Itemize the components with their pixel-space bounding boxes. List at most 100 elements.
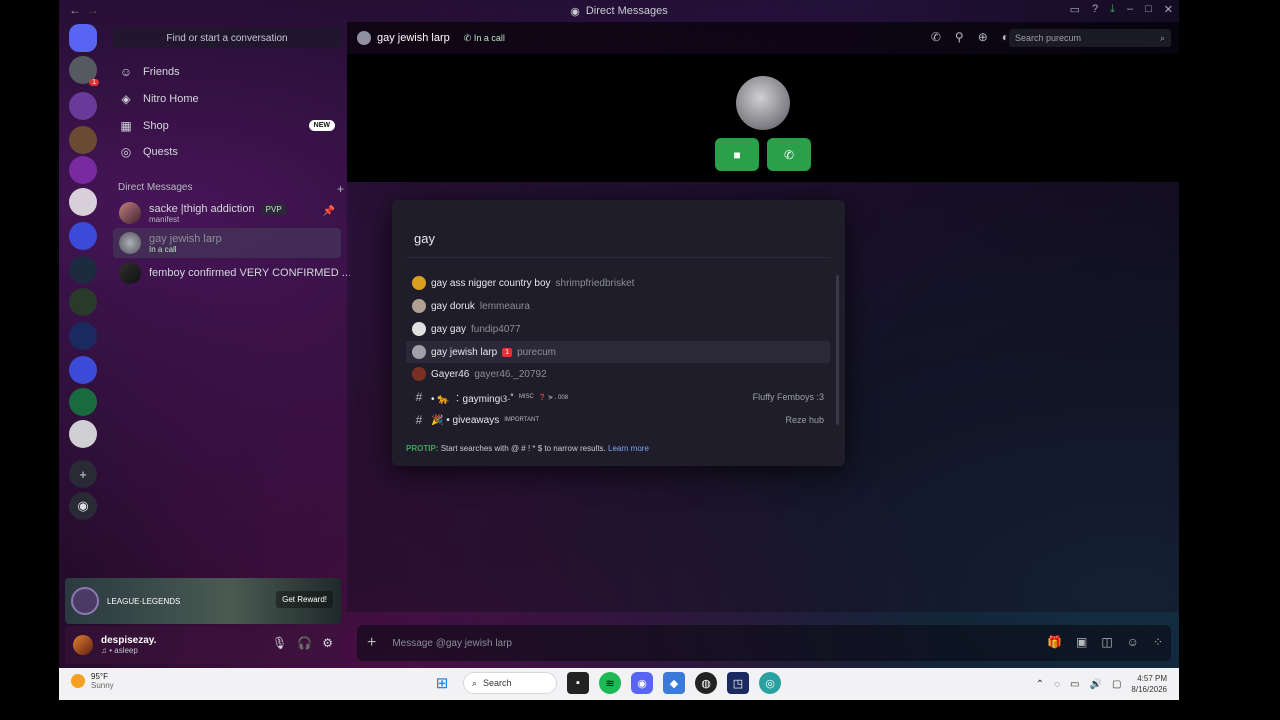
nav-friends[interactable]: ☺ Friends xyxy=(115,60,341,84)
volume-icon[interactable]: 🔊 xyxy=(1090,679,1102,690)
channel-result[interactable]: # • 🐆 ︰gaymingଓ·˚ MISC ❓ ⋟ . 008 Fluffy Femb… xyxy=(406,386,830,408)
maximize-button[interactable]: □ xyxy=(1145,3,1152,16)
video-button[interactable]: ■ xyxy=(715,138,759,171)
gift-icon[interactable]: 🎁 xyxy=(1047,635,1062,649)
guild-icon[interactable] xyxy=(69,322,97,350)
discord-taskbar-icon[interactable]: ◉ xyxy=(631,672,653,694)
learn-more-link[interactable]: Learn more xyxy=(608,444,649,453)
attach-plus-icon[interactable]: + xyxy=(367,634,376,652)
find-conversation-input[interactable]: Find or start a conversation xyxy=(113,28,341,48)
nitro-icon: ◈ xyxy=(121,92,131,106)
dm-section-header: Direct Messages + xyxy=(118,182,344,196)
emoji-icon[interactable]: ☺ xyxy=(1127,635,1139,649)
message-composer[interactable]: + Message @gay jewish larp 🎁 ▣ ◫ ☺ ⁘ xyxy=(357,625,1171,661)
guild-icon[interactable] xyxy=(69,388,97,416)
channel-result[interactable]: # 🎉 • giveaways IMPORTANT Reze hub xyxy=(406,409,830,431)
call-icon[interactable]: ✆ xyxy=(931,30,941,44)
get-reward-button[interactable]: Get Reward! xyxy=(276,591,333,608)
windows-start-icon[interactable]: ⊞ xyxy=(431,672,453,694)
discord-window: ← → ◉ Direct Messages ▭ ? ⤓ – □ ✕ 1 + ◉ Find… xyxy=(59,0,1179,700)
spotify-icon[interactable]: ≋ xyxy=(599,672,621,694)
result-name: gay doruk xyxy=(431,300,475,312)
guild-icon[interactable] xyxy=(69,126,97,154)
nav-shop[interactable]: ▦ Shop NEW xyxy=(115,114,341,138)
weather-widget[interactable]: 95°F Sunny xyxy=(71,672,114,690)
display-icon[interactable]: ▭ xyxy=(1070,679,1079,690)
gif-icon[interactable]: ▣ xyxy=(1076,635,1087,649)
unread-badge: 1 xyxy=(502,347,513,357)
chat-icon[interactable]: ▢ xyxy=(1112,679,1121,690)
dm-header-label: Direct Messages xyxy=(118,182,193,193)
nav-quests[interactable]: ◎ Quests xyxy=(115,140,341,164)
weather-condition: Sunny xyxy=(91,681,114,690)
profile-icon[interactable]: ◐ xyxy=(1002,30,1009,44)
user-status: ♫ • asleep xyxy=(101,646,138,655)
user-result[interactable]: gay ass nigger country boy shrimpfriedbri… xyxy=(406,272,830,294)
clock[interactable]: 4:57 PM 8/16/2026 xyxy=(1131,673,1167,695)
quick-switcher-input[interactable]: gay xyxy=(406,220,830,258)
sun-icon xyxy=(71,674,85,688)
guild-icon[interactable] xyxy=(69,188,97,216)
avatar[interactable] xyxy=(73,635,93,655)
channel-tag: MISC xyxy=(518,394,534,400)
discover-icon[interactable]: ◉ xyxy=(69,492,97,520)
message-input[interactable]: Message @gay jewish larp xyxy=(392,638,512,649)
add-server-icon[interactable]: + xyxy=(69,460,97,488)
forward-arrow-icon[interactable]: → xyxy=(87,3,99,17)
avatar xyxy=(119,262,141,284)
file-explorer-icon[interactable]: ▪ xyxy=(567,672,589,694)
microphone-icon[interactable]: 🎙 xyxy=(272,636,287,650)
minimize-button[interactable]: – xyxy=(1127,3,1133,16)
user-result[interactable]: gay jewish larp 1 purecum xyxy=(406,341,830,363)
app-icon[interactable]: ◳ xyxy=(727,672,749,694)
obs-icon[interactable]: ◍ xyxy=(695,672,717,694)
dm-name: sacke |thigh addiction xyxy=(149,202,255,215)
guild-icon[interactable] xyxy=(69,222,97,250)
dm-status: manifest xyxy=(149,214,180,224)
quick-switcher: gay gay ass nigger country boy shrimpfrie… xyxy=(392,200,845,466)
app-icon[interactable]: ◆ xyxy=(663,672,685,694)
search-input[interactable]: Search purecum ⌕ xyxy=(1009,29,1171,47)
avatar xyxy=(357,31,371,45)
guild-icon[interactable] xyxy=(69,24,97,52)
guild-icon[interactable] xyxy=(69,92,97,120)
chevron-up-icon[interactable]: ⌃ xyxy=(1036,679,1044,690)
hash-icon: # xyxy=(415,390,423,404)
gear-icon[interactable]: ⚙ xyxy=(322,636,333,650)
guild-icon[interactable] xyxy=(69,356,97,384)
join-call-button[interactable]: ✆ xyxy=(767,138,811,171)
dm-item[interactable]: femboy confirmed VERY CONFIRMED ... xyxy=(113,258,351,288)
browser-icon[interactable]: ◎ xyxy=(759,672,781,694)
close-button[interactable]: ✕ xyxy=(1164,3,1173,16)
download-icon[interactable]: ⤓ xyxy=(1110,3,1115,16)
guild-icon[interactable] xyxy=(69,156,97,184)
dm-item[interactable]: sacke |thigh addiction PVP manifest 📌 xyxy=(113,198,341,228)
inbox-icon[interactable]: ▭ xyxy=(1070,3,1080,16)
user-panel: despisezay. ♫ • asleep 🎙 🎧 ⚙ xyxy=(65,626,341,664)
guild-icon[interactable]: 1 xyxy=(69,56,99,86)
guild-icon[interactable] xyxy=(69,420,97,448)
headphones-icon[interactable]: 🎧 xyxy=(297,636,312,650)
dm-item-selected[interactable]: gay jewish larp In a call xyxy=(113,228,341,258)
create-dm-icon[interactable]: + xyxy=(337,182,344,196)
add-friend-icon[interactable]: ⊕ xyxy=(978,30,988,44)
guild-icon[interactable] xyxy=(69,288,97,316)
network-icon[interactable]: ◌ xyxy=(1054,679,1060,690)
user-result[interactable]: Gayer46 gayer46._20792 xyxy=(406,363,830,385)
pin-icon[interactable]: 📌 xyxy=(323,206,335,217)
sticker-icon[interactable]: ◫ xyxy=(1101,635,1112,649)
channel-name: • 🐆 ︰gaymingଓ·˚ xyxy=(431,393,514,405)
nav-nitro-home[interactable]: ◈ Nitro Home xyxy=(115,87,341,111)
guild-icon[interactable] xyxy=(69,256,97,284)
apps-icon[interactable]: ⁘ xyxy=(1153,635,1163,649)
back-arrow-icon[interactable]: ← xyxy=(69,3,81,17)
user-result[interactable]: gay gay fundip4077 xyxy=(406,318,830,340)
title-bar: ← → ◉ Direct Messages ▭ ? ⤓ – □ ✕ xyxy=(59,0,1179,22)
server-list: 1 + ◉ xyxy=(59,22,107,582)
taskbar-search[interactable]: ⌕ Search xyxy=(463,672,557,694)
scrollbar[interactable] xyxy=(836,275,839,425)
help-icon[interactable]: ? xyxy=(1092,3,1098,16)
avatar xyxy=(412,322,426,336)
user-result[interactable]: gay doruk lemmeaura xyxy=(406,295,830,317)
pin-icon[interactable]: ⚲ xyxy=(955,30,964,44)
